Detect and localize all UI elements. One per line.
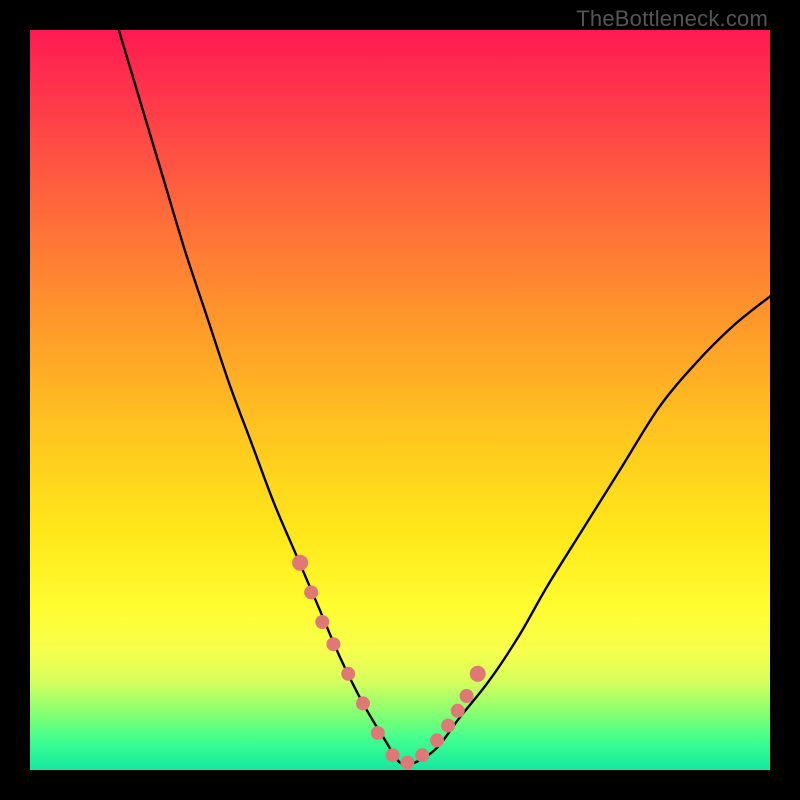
plot-area — [30, 30, 770, 770]
data-marker — [304, 585, 318, 599]
bottleneck-curve — [119, 30, 770, 765]
data-marker — [400, 756, 414, 770]
data-marker — [341, 667, 355, 681]
data-marker — [386, 748, 400, 762]
data-marker — [451, 704, 465, 718]
data-marker — [315, 615, 329, 629]
watermark-text: TheBottleneck.com — [576, 6, 768, 32]
data-marker — [371, 726, 385, 740]
data-marker — [356, 696, 370, 710]
data-marker — [441, 719, 455, 733]
chart-svg — [30, 30, 770, 770]
data-marker — [326, 637, 340, 651]
chart-frame: TheBottleneck.com — [0, 0, 800, 800]
data-marker — [430, 733, 444, 747]
data-marker — [415, 748, 429, 762]
marker-group — [292, 555, 486, 770]
data-marker — [292, 555, 308, 571]
data-marker — [460, 689, 474, 703]
data-marker — [470, 666, 486, 682]
